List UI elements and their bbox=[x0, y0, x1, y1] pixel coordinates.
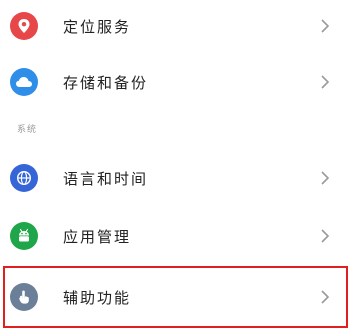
settings-item-label: 应用管理 bbox=[63, 227, 132, 246]
settings-item-label: 存储和备份 bbox=[63, 73, 149, 92]
chevron-right-icon bbox=[321, 75, 330, 89]
android-icon bbox=[10, 222, 38, 250]
settings-item-language-time[interactable]: 语言和时间 bbox=[0, 152, 358, 204]
chevron-right-icon bbox=[321, 229, 330, 243]
highlight-box bbox=[3, 266, 348, 328]
chevron-right-icon bbox=[321, 171, 330, 185]
section-header-system: 系统 bbox=[17, 125, 38, 135]
settings-item-app-management[interactable]: 应用管理 bbox=[0, 210, 358, 262]
settings-item-storage-backup[interactable]: 存储和备份 bbox=[0, 56, 358, 108]
cloud-icon bbox=[10, 68, 38, 96]
settings-item-label: 定位服务 bbox=[63, 17, 132, 36]
globe-icon bbox=[10, 164, 38, 192]
chevron-right-icon bbox=[321, 19, 330, 33]
settings-item-label: 语言和时间 bbox=[63, 169, 149, 188]
settings-item-location[interactable]: 定位服务 bbox=[0, 0, 358, 52]
location-pin-icon bbox=[10, 12, 38, 40]
